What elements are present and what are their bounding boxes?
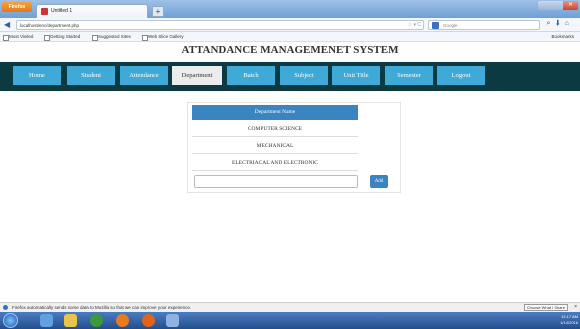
tab-title: Untitled 1 [51,8,73,14]
info-icon [3,305,8,310]
notification-bar: Firefox automatically sends some data to… [0,302,580,312]
bookmark-item[interactable]: Web Slice Gallery [142,32,184,42]
bookmark-item[interactable]: Most Visited [3,32,33,42]
media-player-icon[interactable] [116,314,129,327]
search-bar[interactable]: Google [428,20,540,30]
notification-close-icon[interactable]: × [574,303,577,312]
choose-what-i-share-button[interactable]: Choose What I Share [523,304,568,311]
firefox-icon[interactable] [142,314,155,327]
notification-text: Firefox automatically sends some data to… [12,305,192,310]
menu-home[interactable]: Home [13,66,61,85]
page-title: ATTANDANCE MANAGEMENET SYSTEM [181,44,399,56]
table-row: MECHANICAL [192,138,358,154]
chrome-icon[interactable] [90,314,103,327]
table-row: ELECTRIACAL AND ELECTRONIC [192,155,358,171]
url-bar[interactable]: localhost/enc/department.php ☆ ▾ C [16,20,424,30]
bookmark-item[interactable]: Getting Started [44,32,80,42]
department-name-input[interactable] [194,175,358,188]
menu-batch[interactable]: Batch [227,66,275,85]
bookmarks-menu[interactable]: Bookmarks [551,32,574,42]
bookmark-item[interactable]: Suggested Sites [92,32,131,42]
bookmark-star-icon[interactable]: ☆ ▾ C [408,21,421,30]
bookmarks-bar: Most Visited Getting Started Suggested S… [0,32,580,42]
firefox-menu-button[interactable]: Firefox [2,2,32,12]
search-placeholder: Google [443,23,458,28]
new-tab-button[interactable]: + [152,6,164,17]
window-controls: ✕ [538,1,578,10]
ie-icon[interactable] [40,314,53,327]
browser-navbar: ◀ localhost/enc/department.php ☆ ▾ C Goo… [0,18,580,32]
table-row: COMPUTER SCIENCE [192,121,358,137]
menu-department[interactable]: Department [172,66,222,85]
back-arrow-icon[interactable]: ◀ [4,20,14,30]
window-close-icon[interactable]: ✕ [563,1,578,10]
menu-student[interactable]: Student [67,66,115,85]
menu-attendance[interactable]: Attendance [120,66,168,85]
menu-logout[interactable]: Logout [437,66,485,85]
clock-date: 1/14/2016 [560,320,578,325]
browser-titlebar: Firefox Untitled 1 + ✕ [0,0,580,18]
department-panel: Department Name COMPUTER SCIENCE MECHANI… [187,102,401,193]
menu-subject[interactable]: Subject [280,66,328,85]
explorer-icon[interactable] [64,314,77,327]
start-button-icon[interactable] [3,313,18,328]
url-text: localhost/enc/department.php [20,23,80,28]
menu-unit-title[interactable]: Unit Title [332,66,380,85]
windows-taskbar: 11:17 AM 1/14/2016 [0,312,580,329]
toolbar-icons[interactable]: ⌕⬇⌂ [547,20,575,28]
menu-semester[interactable]: Semester [385,66,433,85]
browser-tab[interactable]: Untitled 1 [36,4,148,18]
table-header: Department Name [192,105,358,120]
system-tray: 11:17 AM 1/14/2016 [498,314,578,327]
page-favicon-icon [41,8,48,15]
add-button[interactable]: Add [370,175,388,188]
main-menu: Home Student Attendance Department Batch… [0,62,580,91]
search-engine-icon[interactable] [432,22,439,29]
app-icon[interactable] [166,314,179,327]
